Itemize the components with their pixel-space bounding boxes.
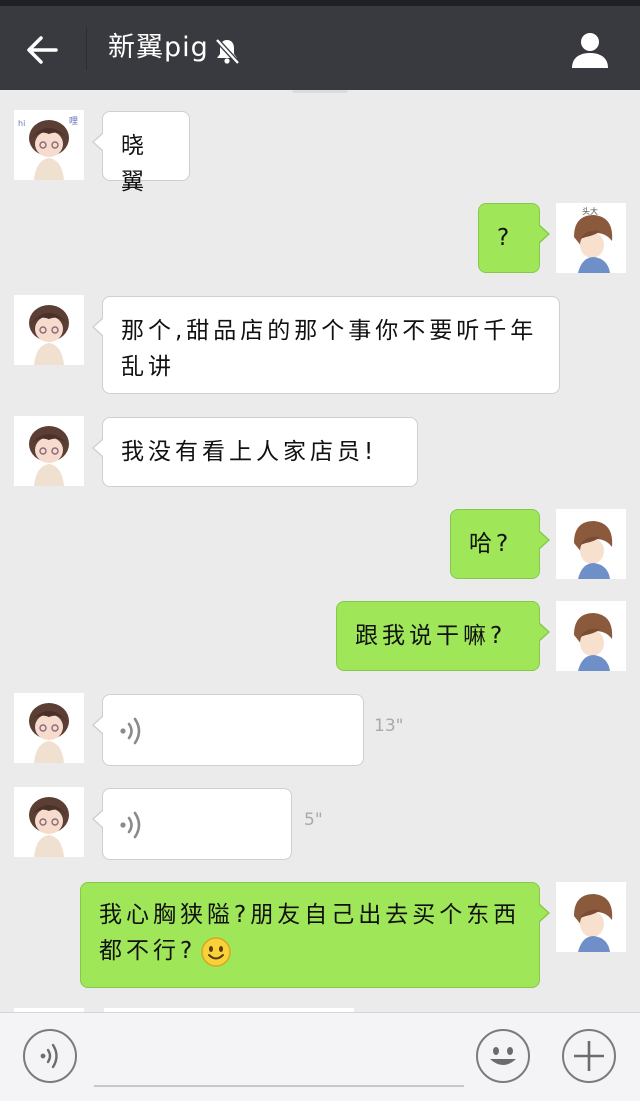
plus-icon bbox=[574, 1041, 604, 1071]
chat-header: 新翼pig bbox=[0, 6, 640, 90]
user-avatar[interactable]: 头大 bbox=[556, 203, 626, 273]
more-button[interactable] bbox=[562, 1029, 616, 1083]
back-button[interactable] bbox=[22, 30, 62, 70]
message-bubble[interactable]: 那个,甜品店的那个事你不要听千年乱讲 bbox=[92, 296, 560, 394]
bell-off-icon bbox=[212, 36, 242, 66]
voice-wave-icon bbox=[120, 811, 141, 839]
chat-title: 新翼pig bbox=[108, 32, 209, 63]
voice-duration: 5" bbox=[304, 810, 323, 830]
voice-mode-button[interactable] bbox=[23, 1029, 77, 1083]
svg-text:哩: 哩 bbox=[69, 116, 78, 127]
contact-avatar[interactable] bbox=[14, 787, 84, 857]
input-bar bbox=[0, 1012, 640, 1101]
voice-duration: 13" bbox=[374, 716, 404, 736]
message-bubble[interactable]: ? bbox=[478, 203, 550, 273]
message-bubble[interactable]: 我心胸狭隘?朋友自己出去买个东西都不行? bbox=[80, 882, 550, 988]
message-text: 我没有看上人家店员! bbox=[121, 439, 378, 465]
message-text: 那个,甜品店的那个事你不要听千年乱讲 bbox=[121, 318, 538, 380]
message-text: 我心胸狭隘?朋友自己出去买个东西都不行? bbox=[99, 902, 521, 964]
voice-wave-icon bbox=[120, 717, 141, 745]
arrow-left-icon bbox=[27, 36, 58, 64]
header-divider bbox=[86, 28, 87, 70]
message-input[interactable] bbox=[94, 1031, 464, 1087]
pull-indicator bbox=[292, 90, 348, 93]
svg-text:hi: hi bbox=[18, 119, 25, 128]
svg-text:头大: 头大 bbox=[582, 206, 598, 216]
message-bubble[interactable]: 晓翼 bbox=[92, 111, 190, 195]
contact-avatar[interactable] bbox=[14, 693, 84, 763]
message-text: 哈? bbox=[469, 531, 513, 557]
contact-avatar[interactable] bbox=[14, 295, 84, 365]
user-avatar[interactable] bbox=[556, 601, 626, 671]
smiley-face-icon bbox=[201, 936, 231, 967]
contact-avatar[interactable]: hi 哩 bbox=[14, 110, 84, 180]
emoji-button[interactable] bbox=[476, 1029, 530, 1083]
message-bubble[interactable]: 我没有看上人家店员! bbox=[92, 417, 418, 487]
voice-mode-icon bbox=[40, 1043, 58, 1069]
voice-message-bubble[interactable] bbox=[92, 694, 364, 766]
message-bubble[interactable]: 哈? bbox=[450, 509, 550, 579]
person-icon bbox=[572, 33, 608, 68]
message-text: ? bbox=[497, 225, 514, 251]
profile-button[interactable] bbox=[568, 28, 612, 72]
message-text: 跟我说干嘛? bbox=[355, 623, 507, 649]
user-avatar[interactable] bbox=[556, 882, 626, 952]
message-bubble[interactable]: 跟我说干嘛? bbox=[336, 601, 550, 671]
voice-message-bubble[interactable] bbox=[92, 788, 292, 860]
emoji-icon bbox=[490, 1047, 516, 1065]
user-avatar[interactable] bbox=[556, 509, 626, 579]
contact-avatar[interactable] bbox=[14, 416, 84, 486]
message-text: 晓翼 bbox=[121, 133, 148, 195]
